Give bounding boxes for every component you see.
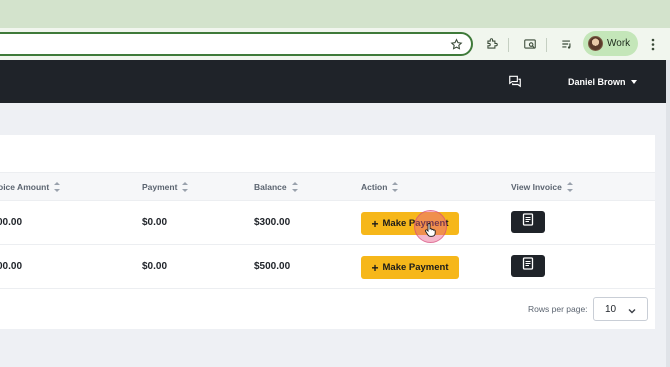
more-vert-icon[interactable] xyxy=(643,34,663,54)
avatar xyxy=(588,36,603,51)
invoice-amount-cell: 00.00 xyxy=(0,261,23,272)
address-bar[interactable] xyxy=(0,32,473,56)
make-payment-button[interactable]: + Make Payment xyxy=(361,256,459,279)
row-divider xyxy=(0,244,655,245)
column-header-payment[interactable]: Payment xyxy=(142,182,189,192)
payment-cell: $0.00 xyxy=(142,217,168,228)
invoice-amount-cell: 00.00 xyxy=(0,217,23,228)
chat-icon[interactable] xyxy=(508,74,524,90)
browser-toolbar: Work xyxy=(0,28,670,60)
payment-cell: $0.00 xyxy=(142,261,168,272)
chevron-down-icon[interactable] xyxy=(631,80,637,84)
rows-per-page-label: Rows per page: xyxy=(528,304,588,314)
column-header-view-invoice[interactable]: View Invoice xyxy=(511,182,573,192)
sort-icon[interactable] xyxy=(291,182,298,192)
browser-tab-strip xyxy=(0,0,670,28)
user-menu-name[interactable]: Daniel Brown xyxy=(568,77,626,87)
invoice-table-card xyxy=(0,135,655,329)
column-header-balance[interactable]: Balance xyxy=(254,182,298,192)
rows-per-page-value: 10 xyxy=(605,303,617,315)
page-scrollbar[interactable] xyxy=(666,60,670,367)
sort-icon[interactable] xyxy=(182,182,189,192)
view-invoice-button[interactable] xyxy=(511,255,545,277)
chevron-down-icon xyxy=(628,306,636,317)
balance-cell: $300.00 xyxy=(254,217,291,228)
sort-icon[interactable] xyxy=(566,182,573,192)
media-queue-icon[interactable] xyxy=(557,34,577,54)
plus-icon: + xyxy=(371,216,379,231)
row-divider xyxy=(0,288,655,289)
star-icon[interactable] xyxy=(446,34,466,54)
sort-icon[interactable] xyxy=(392,182,399,192)
balance-cell: $500.00 xyxy=(254,261,291,272)
profile-name: Work xyxy=(607,38,631,49)
plus-icon: + xyxy=(371,260,379,275)
hand-cursor-icon xyxy=(424,223,436,237)
column-header-invoice-amount[interactable]: oice Amount xyxy=(0,182,61,192)
search-tab-icon[interactable] xyxy=(520,34,540,54)
invoice-icon xyxy=(522,257,534,275)
rows-per-page-select[interactable]: 10 xyxy=(593,297,648,321)
toolbar-divider xyxy=(508,38,509,52)
sort-icon[interactable] xyxy=(54,182,61,192)
toolbar-divider xyxy=(546,38,547,52)
invoice-icon xyxy=(522,213,534,231)
extensions-icon[interactable] xyxy=(482,34,502,54)
view-invoice-button[interactable] xyxy=(511,211,545,233)
profile-chip[interactable]: Work xyxy=(583,31,638,56)
column-header-action[interactable]: Action xyxy=(361,182,399,192)
